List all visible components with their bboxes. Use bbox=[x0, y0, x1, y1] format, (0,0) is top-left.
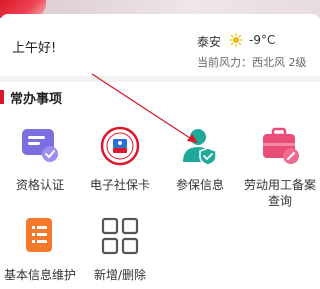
sun-icon bbox=[229, 33, 243, 47]
tile-label: 电子社保卡 bbox=[89, 178, 150, 192]
section-accent-bar bbox=[0, 90, 4, 104]
greeting-text: 上午好! bbox=[12, 41, 57, 56]
tile-basic-info-maintenance[interactable]: 基本信息维护 bbox=[0, 216, 80, 289]
tile-label: 新增/删除 bbox=[93, 268, 147, 282]
section-title: 常办事项 bbox=[10, 92, 63, 107]
tile-label: 参保信息 bbox=[175, 178, 224, 192]
tile-add-remove[interactable]: 新增/删除 bbox=[80, 216, 160, 289]
weather-city: 泰安 bbox=[197, 35, 222, 49]
add-remove-grid-icon bbox=[101, 217, 139, 255]
tile-employment-filing-query[interactable]: 劳动用工备案查询 bbox=[240, 126, 320, 208]
basic-info-icon bbox=[26, 218, 52, 252]
tile-electronic-social-security-card[interactable]: 电子社保卡 bbox=[80, 126, 160, 196]
weather-wind: 当前风力：西北风 2级 bbox=[197, 56, 307, 69]
tile-label: 劳动用工备案查询 bbox=[243, 178, 316, 208]
tile-label: 基本信息维护 bbox=[3, 268, 76, 282]
tile-insurance-info[interactable]: 参保信息 bbox=[160, 126, 240, 196]
employment-filing-icon bbox=[263, 127, 299, 164]
insured-person-icon bbox=[183, 129, 217, 166]
certification-icon bbox=[22, 129, 58, 162]
social-security-card-icon bbox=[100, 126, 140, 166]
weather-temperature: -9°C bbox=[249, 33, 276, 47]
tile-label: 资格认证 bbox=[15, 178, 64, 192]
tile-qualification-certification[interactable]: 资格认证 bbox=[0, 126, 80, 196]
